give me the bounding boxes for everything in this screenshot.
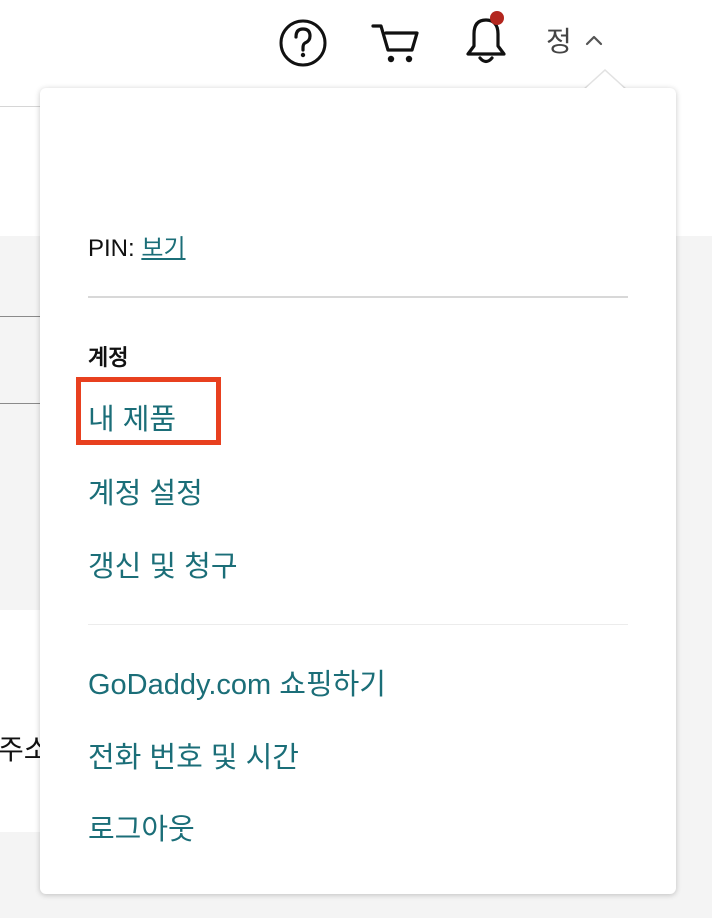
account-dropdown: PIN: 보기 계정 내 제품 계정 설정 갱신 및 청구 GoDaddy.co… xyxy=(40,88,676,894)
renewals-billing-link[interactable]: 갱신 및 청구 xyxy=(88,543,238,585)
header-divider xyxy=(0,106,40,107)
pin-row: PIN: 보기 xyxy=(88,228,186,263)
account-initial: 정 xyxy=(546,26,572,57)
pin-view-link[interactable]: 보기 xyxy=(141,235,185,262)
highlight-box xyxy=(76,377,221,445)
background-card xyxy=(0,610,40,832)
dropdown-divider-2 xyxy=(88,624,628,625)
dropdown-caret xyxy=(584,71,626,90)
background-panel xyxy=(0,316,40,404)
account-section-label: 계정 xyxy=(88,345,129,370)
account-settings-link[interactable]: 계정 설정 xyxy=(88,470,203,512)
cart-icon[interactable] xyxy=(370,20,422,66)
pin-label: PIN: xyxy=(88,235,135,262)
chevron-up-icon xyxy=(585,35,602,46)
logout-link[interactable]: 로그아웃 xyxy=(88,806,195,848)
phone-hours-link[interactable]: 전화 번호 및 시간 xyxy=(88,734,299,776)
dropdown-divider xyxy=(88,296,628,298)
account-menu-button[interactable]: 정 xyxy=(546,22,604,58)
shop-godaddy-link[interactable]: GoDaddy.com 쇼핑하기 xyxy=(88,661,386,703)
notification-dot xyxy=(490,11,504,25)
help-icon[interactable] xyxy=(278,18,328,68)
